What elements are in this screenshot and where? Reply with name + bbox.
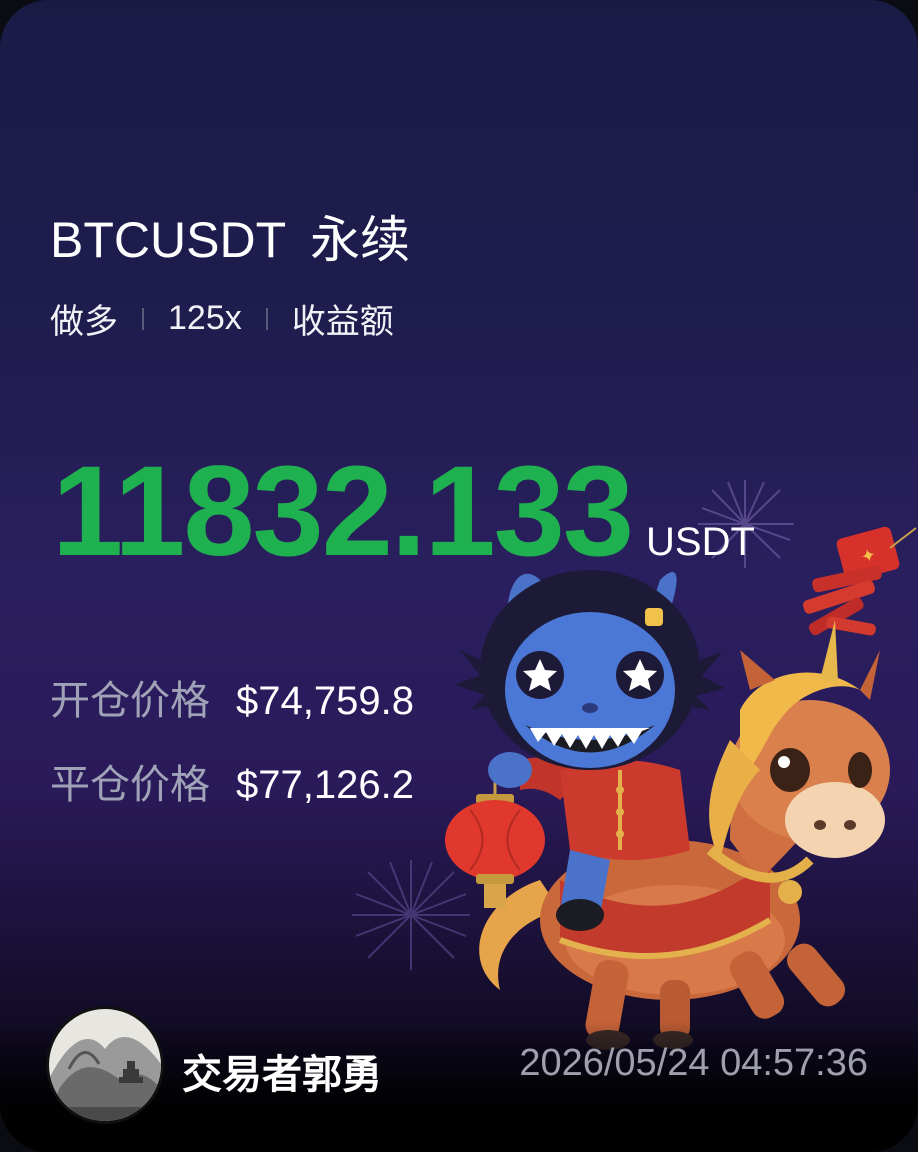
- firecracker-icon: ✦: [802, 526, 917, 636]
- contract-type: 永续: [310, 212, 411, 268]
- share-timestamp: 2026/05/24 04:57:36: [519, 1042, 868, 1084]
- open-price-value: $74,759.8: [236, 679, 414, 723]
- pair-symbol: BTCUSDT: [50, 212, 287, 268]
- meta-divider: [265, 307, 268, 330]
- pnl-share-card: BTCUSDT 永续 做多 125x 收益额 11832.133 USDT 开仓价…: [0, 0, 918, 1152]
- close-price-row: 平仓价格 $77,126.2: [50, 752, 414, 810]
- open-price-label: 开仓价格: [50, 679, 210, 723]
- close-price-label: 平仓价格: [50, 763, 210, 807]
- mascot-illustration: ✦: [445, 526, 917, 1050]
- position-meta: 做多 125x 收益额: [50, 294, 394, 343]
- trader-avatar: [46, 1006, 164, 1124]
- meta-divider: [142, 307, 144, 330]
- leverage-label: 125x: [168, 299, 242, 337]
- open-price-row: 开仓价格 $74,759.8: [50, 668, 414, 726]
- close-price-value: $77,126.2: [236, 763, 414, 807]
- contract-title: BTCUSDT 永续: [50, 200, 410, 272]
- trader-name: 交易者郭勇: [182, 1053, 382, 1097]
- direction-label: 做多: [50, 303, 118, 341]
- metric-label: 收益额: [291, 303, 394, 341]
